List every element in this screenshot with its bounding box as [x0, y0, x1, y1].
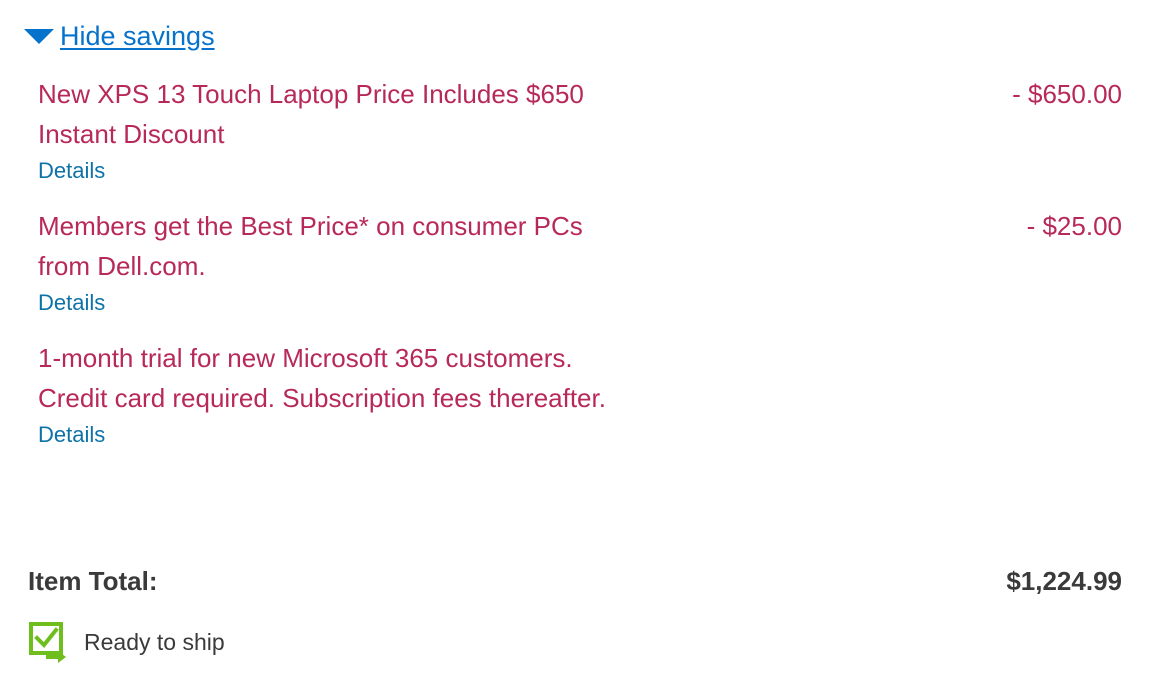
savings-list: New XPS 13 Touch Laptop Price Includes $…: [38, 74, 1122, 470]
savings-description: 1-month trial for new Microsoft 365 cust…: [38, 343, 606, 413]
shipping-status: Ready to ship: [28, 620, 225, 664]
savings-item: Members get the Best Price* on consumer …: [38, 206, 1122, 318]
ready-to-ship-icon: [29, 622, 66, 663]
ready-to-ship-label: Ready to ship: [84, 628, 225, 655]
savings-item: New XPS 13 Touch Laptop Price Includes $…: [38, 74, 1122, 186]
details-link[interactable]: Details: [38, 156, 105, 186]
hide-savings-toggle[interactable]: Hide savings: [24, 16, 215, 56]
savings-description: New XPS 13 Touch Laptop Price Includes $…: [38, 79, 584, 149]
savings-amount: - $25.00: [1026, 211, 1122, 241]
savings-amount: - $650.00: [1012, 79, 1122, 109]
details-link[interactable]: Details: [38, 420, 105, 450]
item-total-label: Item Total:: [28, 565, 158, 596]
hide-savings-link[interactable]: Hide savings: [60, 21, 215, 52]
savings-description: Members get the Best Price* on consumer …: [38, 211, 583, 281]
item-total-value: $1,224.99: [1006, 565, 1122, 596]
item-total-row: Item Total: $1,224.99: [28, 560, 1122, 602]
savings-item: 1-month trial for new Microsoft 365 cust…: [38, 338, 1122, 450]
details-link[interactable]: Details: [38, 288, 105, 318]
caret-down-icon: [24, 29, 54, 44]
